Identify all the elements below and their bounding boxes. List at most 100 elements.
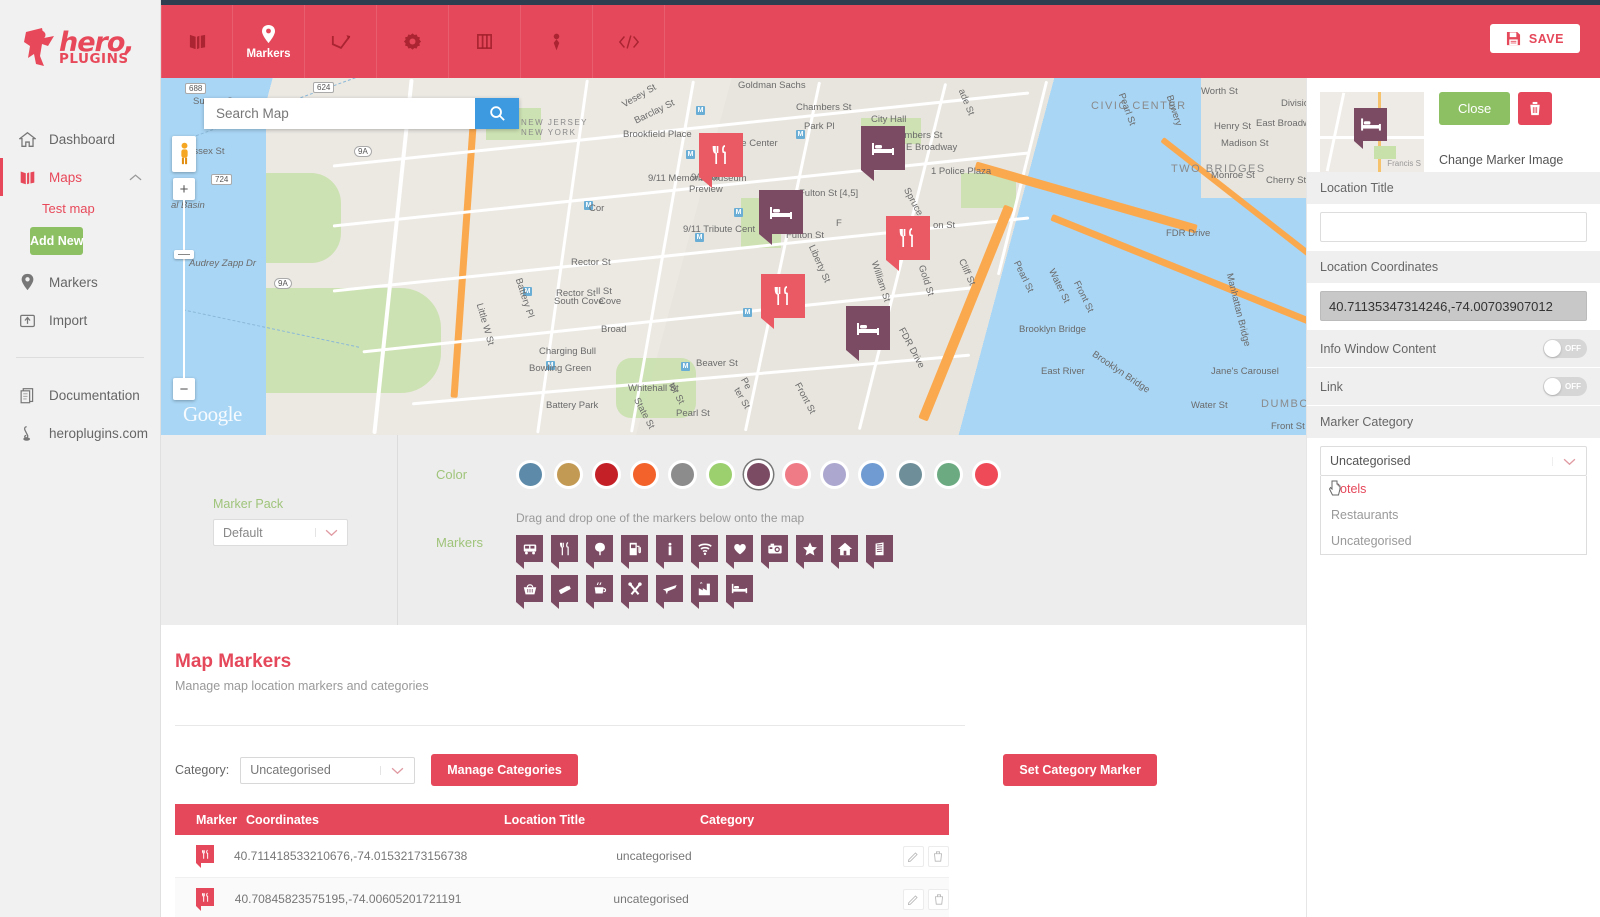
sidebar-item-documentation[interactable]: Documentation bbox=[0, 376, 160, 414]
category-option-hotels[interactable]: Hotels bbox=[1321, 476, 1586, 502]
coordinates-label: Location Coordinates bbox=[1307, 251, 1600, 284]
chevron-up-icon[interactable] bbox=[129, 173, 142, 182]
marker-chip-tree[interactable] bbox=[586, 535, 613, 569]
color-swatch[interactable] bbox=[554, 460, 583, 489]
marker-chip-star[interactable] bbox=[796, 535, 823, 569]
table-row[interactable]: 40.711418533210676,-74.01532173156738 un… bbox=[175, 835, 949, 878]
table-row[interactable]: 40.70845823575195,-74.00605201721191 unc… bbox=[175, 878, 949, 917]
tab-settings[interactable] bbox=[377, 0, 449, 78]
building-icon bbox=[875, 541, 884, 555]
delete-row-button[interactable] bbox=[927, 845, 949, 867]
sidebar-divider bbox=[16, 357, 144, 358]
change-marker-image-link[interactable]: Change Marker Image bbox=[1439, 153, 1587, 167]
color-swatch[interactable] bbox=[668, 460, 697, 489]
map-pin-hotel[interactable] bbox=[759, 190, 803, 245]
divider bbox=[175, 725, 965, 726]
color-swatch[interactable] bbox=[630, 460, 659, 489]
link-toggle[interactable]: OFF bbox=[1543, 377, 1587, 396]
marker-chip-factory[interactable] bbox=[691, 575, 718, 609]
color-swatch[interactable] bbox=[934, 460, 963, 489]
zoom-in-button[interactable]: + bbox=[173, 178, 195, 200]
delete-row-button[interactable] bbox=[928, 888, 949, 910]
color-swatch[interactable] bbox=[896, 460, 925, 489]
sidebar-subitem-test-map[interactable]: Test map bbox=[0, 196, 160, 221]
category-option-uncategorised[interactable]: Uncategorised bbox=[1321, 528, 1586, 554]
marker-pack-select[interactable]: Default bbox=[213, 519, 348, 546]
marker-chip-ticket[interactable] bbox=[551, 575, 578, 609]
marker-chip-camera[interactable] bbox=[761, 535, 788, 569]
set-category-marker-button[interactable]: Set Category Marker bbox=[1003, 754, 1157, 786]
tab-map[interactable] bbox=[161, 0, 233, 78]
color-swatch[interactable] bbox=[516, 460, 545, 489]
tab-layers[interactable] bbox=[449, 0, 521, 78]
marker-chip-cutlery[interactable] bbox=[551, 535, 578, 569]
color-swatch-selected[interactable] bbox=[744, 460, 773, 489]
marker-chip-wifi[interactable] bbox=[691, 535, 718, 569]
color-swatch[interactable] bbox=[972, 460, 1001, 489]
category-option-restaurants[interactable]: Restaurants bbox=[1321, 502, 1586, 528]
map-label: Goldman Sachs bbox=[738, 80, 806, 91]
color-swatch[interactable] bbox=[820, 460, 849, 489]
street-view-pegman[interactable] bbox=[172, 136, 196, 172]
map-canvas[interactable]: 688 624 724 9A 9A M M M M M M M M M M M … bbox=[161, 78, 1306, 435]
sidebar-item-maps[interactable]: Maps bbox=[0, 158, 160, 196]
marker-category-select[interactable]: Uncategorised bbox=[1320, 446, 1587, 476]
map-pin-restaurant[interactable] bbox=[761, 274, 805, 329]
map-pin-hotel[interactable] bbox=[846, 306, 890, 361]
tab-routes[interactable] bbox=[305, 0, 377, 78]
marker-chip-building[interactable] bbox=[866, 535, 893, 569]
add-new-button[interactable]: Add New bbox=[30, 227, 84, 255]
marker-image-thumbnail[interactable]: Francis S bbox=[1320, 92, 1424, 172]
edit-row-button[interactable] bbox=[903, 888, 924, 910]
marker-chip-bus[interactable] bbox=[516, 535, 543, 569]
subway-marker: M bbox=[743, 308, 752, 317]
color-swatch[interactable] bbox=[706, 460, 735, 489]
search-input[interactable] bbox=[204, 98, 475, 129]
map-label: South Cove bbox=[554, 296, 604, 307]
edit-row-button[interactable] bbox=[902, 845, 924, 867]
marker-chip-bed[interactable] bbox=[726, 575, 753, 609]
search-button[interactable] bbox=[475, 98, 519, 129]
tab-marker-style[interactable] bbox=[521, 0, 593, 78]
row-marker-pin bbox=[196, 845, 214, 868]
marker-category-label: Marker Category bbox=[1307, 406, 1600, 439]
map-label: Fulton St [4,5] bbox=[799, 188, 859, 199]
map-pin-restaurant[interactable] bbox=[886, 216, 930, 271]
info-window-toggle[interactable]: OFF bbox=[1543, 339, 1587, 358]
zoom-slider[interactable] bbox=[174, 200, 194, 378]
save-button[interactable]: SAVE bbox=[1489, 24, 1580, 53]
color-swatch[interactable] bbox=[782, 460, 811, 489]
marker-chip-heart[interactable] bbox=[726, 535, 753, 569]
search-icon bbox=[489, 105, 506, 122]
marker-chip-gas-pump[interactable] bbox=[621, 535, 648, 569]
marker-chip-plane[interactable] bbox=[656, 575, 683, 609]
category-select[interactable]: Uncategorised bbox=[240, 756, 416, 784]
color-swatch[interactable] bbox=[592, 460, 621, 489]
marker-chip-info[interactable] bbox=[656, 535, 683, 569]
marker-chip-basket[interactable] bbox=[516, 575, 543, 609]
sidebar-item-dashboard[interactable]: Dashboard bbox=[0, 120, 160, 158]
marker-chip-home[interactable] bbox=[831, 535, 858, 569]
coordinates-input[interactable] bbox=[1320, 291, 1587, 321]
row-category: uncategorised bbox=[616, 849, 692, 863]
tab-code[interactable] bbox=[593, 0, 665, 78]
tab-markers[interactable]: Markers bbox=[233, 0, 305, 78]
location-title-input[interactable] bbox=[1320, 212, 1587, 242]
map-pin-hotel[interactable] bbox=[861, 126, 905, 181]
tree-icon bbox=[594, 542, 605, 555]
marker-chip-tools[interactable] bbox=[621, 575, 648, 609]
map-label: Bowling Green bbox=[529, 363, 592, 374]
close-button[interactable]: Close bbox=[1439, 92, 1511, 125]
logo[interactable]: hero, PLUGINS bbox=[0, 0, 160, 96]
map-pin-restaurant[interactable] bbox=[699, 133, 743, 188]
sidebar-item-import[interactable]: Import bbox=[0, 301, 160, 339]
color-swatch[interactable] bbox=[858, 460, 887, 489]
zoom-slider-thumb[interactable] bbox=[174, 250, 194, 259]
zoom-out-button[interactable]: − bbox=[173, 378, 195, 400]
manage-categories-button[interactable]: Manage Categories bbox=[431, 754, 578, 786]
map-markers-panel: Map Markers Manage map location markers … bbox=[161, 625, 1306, 917]
sidebar-item-markers[interactable]: Markers bbox=[0, 263, 160, 301]
sidebar-item-heroplugins-link[interactable]: heroplugins.com bbox=[0, 414, 160, 452]
delete-marker-button[interactable] bbox=[1518, 92, 1553, 125]
marker-chip-coffee[interactable] bbox=[586, 575, 613, 609]
